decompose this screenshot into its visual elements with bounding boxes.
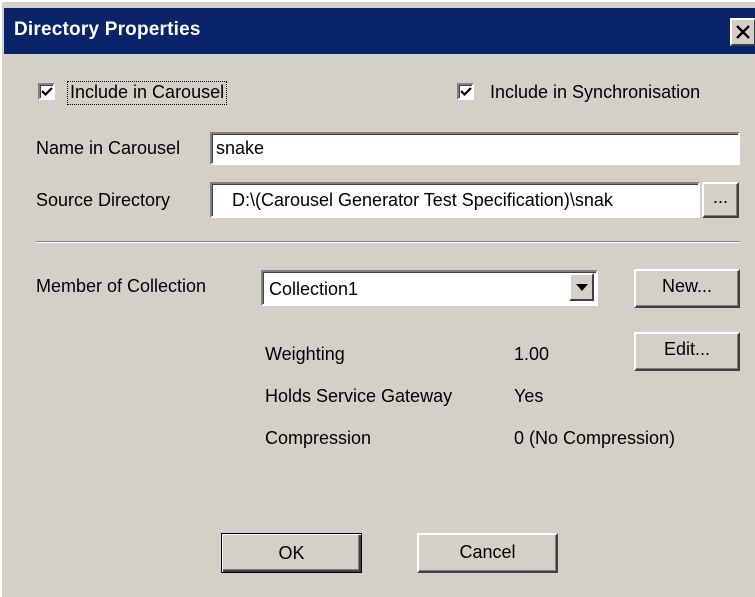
include-in-carousel-checkbox[interactable]	[38, 83, 55, 100]
section-divider	[36, 241, 740, 243]
ok-button[interactable]: OK	[221, 533, 362, 573]
compression-value: 0 (No Compression)	[514, 428, 676, 448]
chevron-down-icon	[576, 284, 588, 291]
close-icon	[736, 25, 750, 39]
browse-button[interactable]: ...	[702, 182, 739, 218]
compression-label: Compression	[265, 428, 372, 448]
collection-selected-value: Collection1	[269, 279, 359, 299]
weighting-label: Weighting	[265, 344, 345, 364]
include-in-synchronisation-label[interactable]: Include in Synchronisation	[490, 82, 700, 103]
new-collection-button[interactable]: New...	[634, 269, 740, 308]
include-in-carousel-label[interactable]: Include in Carousel	[67, 81, 228, 105]
source-directory-label: Source Directory	[36, 190, 171, 210]
checkmark-icon	[41, 87, 53, 97]
name-in-carousel-input[interactable]: snake	[210, 132, 740, 165]
checkmark-icon	[460, 87, 472, 97]
name-in-carousel-label: Name in Carousel	[36, 138, 181, 158]
close-button[interactable]	[730, 18, 755, 46]
source-directory-input[interactable]: D:\(Carousel Generator Test Specificatio…	[210, 182, 700, 218]
window-title: Directory Properties	[14, 19, 201, 40]
edit-collection-button[interactable]: Edit...	[634, 332, 740, 371]
member-of-collection-label: Member of Collection	[36, 276, 207, 296]
cancel-button[interactable]: Cancel	[417, 533, 558, 573]
directory-properties-dialog: Directory Properties Include in Carousel…	[0, 0, 755, 597]
include-in-synchronisation-checkbox[interactable]	[457, 83, 474, 100]
collection-select[interactable]: Collection1	[261, 270, 598, 306]
title-bar: Directory Properties	[4, 8, 755, 54]
weighting-value: 1.00	[514, 344, 550, 364]
holds-service-gateway-value: Yes	[514, 386, 544, 406]
collection-dropdown-arrow[interactable]	[569, 273, 594, 301]
holds-service-gateway-label: Holds Service Gateway	[265, 386, 453, 406]
